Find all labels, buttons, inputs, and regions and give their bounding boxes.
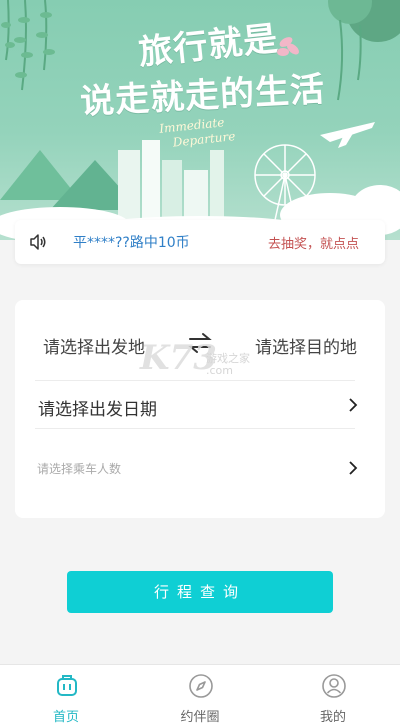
- lottery-link[interactable]: 去抽奖，就点点: [268, 233, 359, 252]
- date-select[interactable]: 请选择出发日期: [38, 395, 157, 420]
- tab-companions[interactable]: 约伴圈: [150, 665, 250, 726]
- user-icon: [322, 674, 346, 698]
- watermark-logo: K73: [140, 335, 270, 381]
- bottom-tab-bar: 首页 约伴圈 我的: [0, 664, 400, 726]
- chevron-right-icon: [349, 461, 358, 475]
- passengers-select[interactable]: 请选择乘车人数: [37, 460, 121, 477]
- watermark-line2: .com: [206, 364, 233, 377]
- tab-profile[interactable]: 我的: [283, 665, 383, 726]
- tab-home[interactable]: 首页: [16, 665, 116, 726]
- search-card: 请选择出发地 请选择目的地 请选择出发日期 请选择乘车人数: [15, 300, 385, 518]
- trip-search-button[interactable]: 行程查询: [67, 571, 333, 613]
- tab-profile-label: 我的: [319, 710, 346, 725]
- destination-select[interactable]: 请选择目的地: [255, 333, 357, 358]
- divider: [35, 428, 355, 429]
- compass-icon: [189, 674, 213, 698]
- passengers-row[interactable]: 请选择乘车人数: [15, 432, 385, 502]
- date-row[interactable]: 请选择出发日期: [15, 382, 385, 428]
- departure-select[interactable]: 请选择出发地: [43, 333, 145, 358]
- hero-banner: 旅行就是 说走就走的生活 Immediate Departure: [0, 0, 400, 240]
- notice-message: 平****??路中10币: [73, 235, 190, 251]
- chevron-right-icon: [349, 398, 358, 412]
- tab-home-label: 首页: [52, 710, 79, 725]
- speaker-icon: [30, 234, 46, 250]
- tab-companions-label: 约伴圈: [180, 710, 220, 725]
- home-icon: [57, 675, 77, 696]
- notice-bar[interactable]: 平****??路中10币 去抽奖，就点点: [15, 220, 385, 264]
